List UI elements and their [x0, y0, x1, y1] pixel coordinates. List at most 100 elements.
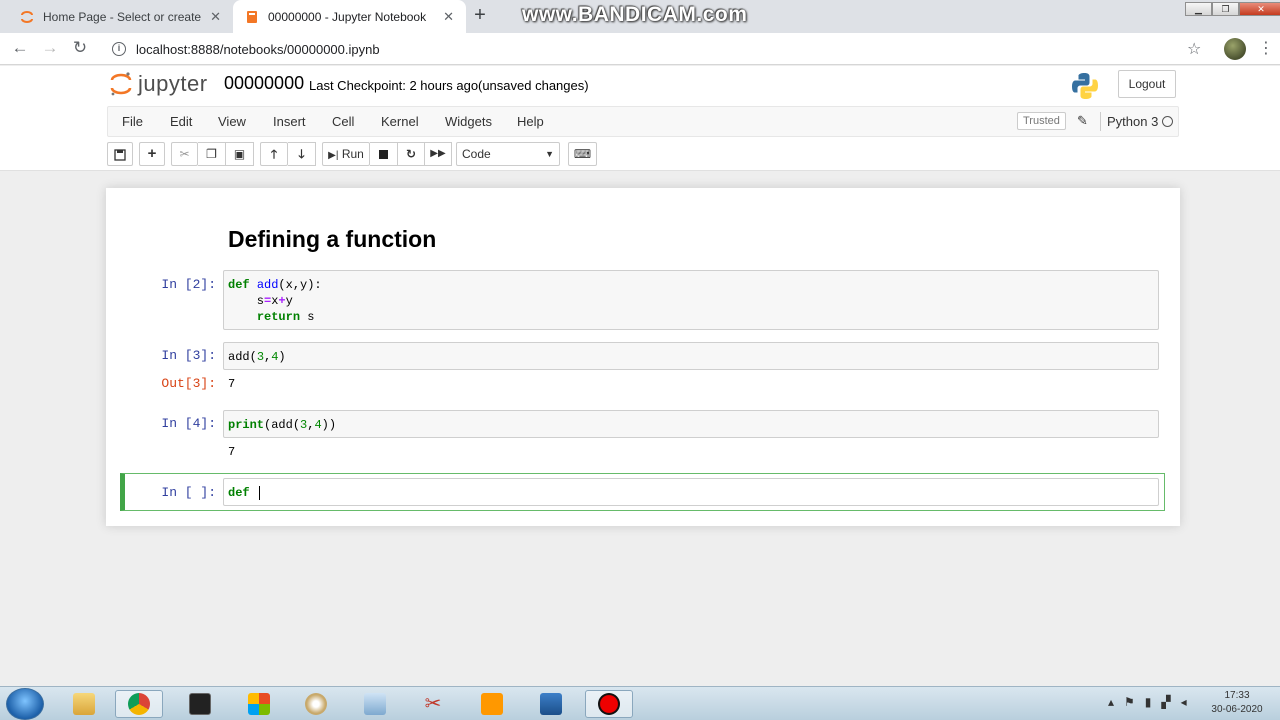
trusted-indicator[interactable]: Trusted	[1017, 112, 1066, 130]
record-icon	[598, 693, 620, 715]
taskbar-chrome[interactable]	[115, 690, 163, 718]
restart-run-all-button[interactable]: ▶▶	[425, 142, 452, 166]
input-prompt: In [3]:	[161, 348, 216, 363]
cell-type-select[interactable]: Code ▼	[456, 142, 560, 166]
code-cell-input[interactable]: print(add(3,4))	[223, 410, 1159, 438]
taskbar-terminal[interactable]	[176, 690, 224, 718]
taskbar-snipping-tool[interactable]: ✂	[409, 690, 457, 718]
menu-help[interactable]: Help	[517, 114, 544, 129]
profile-avatar[interactable]	[1224, 38, 1246, 60]
forward-arrow-icon[interactable]: →	[39, 38, 61, 58]
input-prompt: In [ ]:	[161, 485, 216, 500]
browser-tab-title: Home Page - Select or create a n	[43, 9, 203, 24]
taskbar-powershell[interactable]	[527, 690, 575, 718]
maximize-button[interactable]: ❐	[1212, 2, 1239, 16]
menu-widgets[interactable]: Widgets	[445, 114, 492, 129]
checkpoint-status: Last Checkpoint: 2 hours ago	[309, 78, 479, 93]
taskbar-paint[interactable]	[292, 690, 340, 718]
python-logo-icon	[1072, 73, 1098, 99]
taskbar-calculator[interactable]	[351, 690, 399, 718]
paint-palette-icon	[305, 693, 327, 715]
notebook-container: Defining a function In [2]: def add(x,y)…	[106, 188, 1180, 526]
office-icon	[248, 693, 270, 715]
code-line: def	[228, 486, 257, 500]
kernel-idle-indicator-icon	[1162, 116, 1173, 127]
reload-icon[interactable]: ↻	[69, 38, 91, 58]
copy-button[interactable]: ❐	[198, 142, 226, 166]
code-line: s=x+y	[228, 294, 293, 308]
sublime-icon	[481, 693, 503, 715]
code-cell-input[interactable]: add(3,4)	[223, 342, 1159, 370]
code-line: print(add(3,4))	[228, 418, 337, 432]
code-line: return s	[256, 310, 315, 324]
edit-mode-pencil-icon: ✎	[1077, 113, 1088, 128]
restart-icon: ↻	[405, 147, 417, 161]
save-icon	[114, 149, 126, 161]
cut-button[interactable]: ✂	[171, 142, 198, 166]
code-line: add(3,4)	[228, 350, 286, 364]
save-button[interactable]	[107, 142, 133, 166]
taskbar-office[interactable]	[235, 690, 283, 718]
jupyter-logo[interactable]: jupyter	[110, 71, 208, 97]
clock-date: 30-06-2020	[1211, 704, 1263, 715]
folder-icon	[73, 693, 95, 715]
active-code-cell-input[interactable]: def	[223, 478, 1159, 506]
menu-file[interactable]: File	[122, 114, 143, 129]
back-arrow-icon[interactable]: ←	[9, 38, 31, 58]
taskbar-bandicam[interactable]	[585, 690, 633, 718]
menu-insert[interactable]: Insert	[273, 114, 306, 129]
scissors-icon: ✂	[179, 147, 190, 161]
interrupt-button[interactable]	[370, 142, 398, 166]
bookmark-star-icon[interactable]: ☆	[1187, 39, 1201, 59]
system-tray[interactable]: ▴⚑▮▞◂	[1108, 695, 1197, 709]
plus-icon: +	[147, 145, 157, 162]
new-tab-button[interactable]: +	[470, 4, 490, 27]
move-down-button[interactable]: 🡓	[288, 142, 316, 166]
menu-edit[interactable]: Edit	[170, 114, 192, 129]
jupyter-wordmark: jupyter	[138, 71, 208, 96]
insert-cell-button[interactable]: +	[139, 142, 165, 166]
browser-toolbar: ← → ↻ i localhost:8888/notebooks/0000000…	[0, 33, 1280, 65]
code-cell-input[interactable]: def add(x,y): s=x+y return s	[223, 270, 1159, 330]
taskbar-explorer[interactable]	[60, 690, 108, 718]
address-bar[interactable]: i localhost:8888/notebooks/00000000.ipyn…	[104, 36, 1212, 62]
command-palette-button[interactable]: ⌨	[568, 142, 597, 166]
start-button[interactable]	[6, 688, 44, 720]
restart-button[interactable]: ↻	[398, 142, 425, 166]
arrow-up-icon: 🡑	[270, 147, 278, 161]
site-info-icon[interactable]: i	[112, 42, 126, 56]
code-line: def add(x,y):	[228, 278, 322, 292]
menu-kernel[interactable]: Kernel	[381, 114, 419, 129]
menu-view[interactable]: View	[218, 114, 246, 129]
run-button[interactable]: ▶| Run	[322, 142, 370, 166]
notebook-name[interactable]: 00000000	[224, 73, 304, 94]
jupyter-favicon-icon	[21, 10, 33, 23]
minimize-button[interactable]: ▁	[1185, 2, 1212, 16]
chevron-down-icon: ▼	[545, 149, 554, 159]
terminal-icon	[189, 693, 211, 715]
taskbar-sublime[interactable]	[468, 690, 516, 718]
menubar: File Edit View Insert Cell Kernel Widget…	[0, 106, 1280, 137]
powershell-icon	[540, 693, 562, 715]
fast-forward-icon: ▶▶	[430, 148, 446, 159]
menu-cell[interactable]: Cell	[332, 114, 354, 129]
scissors-icon: ✂	[424, 693, 442, 715]
paste-icon: ▣	[233, 147, 246, 161]
browser-menu-icon[interactable]: ⋮	[1258, 38, 1274, 58]
keyboard-icon: ⌨	[573, 147, 592, 161]
paste-button[interactable]: ▣	[226, 142, 254, 166]
clock-time: 17:33	[1224, 690, 1250, 701]
move-up-button[interactable]: 🡑	[260, 142, 288, 166]
url-text: localhost:8888/notebooks/00000000.ipynb	[136, 41, 380, 57]
taskbar-clock[interactable]: 17:33 30-06-2020	[1204, 689, 1270, 717]
close-tab-icon[interactable]: ✕	[443, 9, 454, 25]
chrome-icon	[128, 693, 150, 715]
browser-tab-home[interactable]: Home Page - Select or create a n ✕	[8, 0, 233, 33]
kernel-name[interactable]: Python 3	[1100, 112, 1158, 131]
jupyter-logo-icon	[110, 72, 132, 96]
step-forward-icon: ▶|	[328, 150, 339, 161]
logout-button[interactable]: Logout	[1118, 70, 1176, 98]
close-tab-icon[interactable]: ✕	[210, 9, 221, 25]
browser-tab-notebook[interactable]: 00000000 - Jupyter Notebook ✕	[233, 0, 466, 33]
close-window-button[interactable]: ✕	[1239, 2, 1280, 16]
